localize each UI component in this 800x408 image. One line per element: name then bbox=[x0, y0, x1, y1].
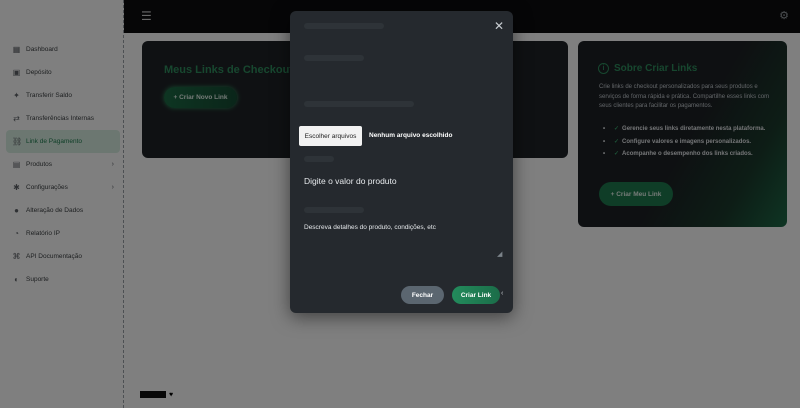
choose-files-button[interactable]: Escolher arquivos bbox=[299, 126, 362, 146]
create-link-modal: ✕ Escolher arquivos Nenhum arquivo escol… bbox=[290, 11, 513, 313]
modal-faded-label bbox=[304, 101, 414, 107]
modal-faded-title bbox=[304, 23, 384, 29]
modal-faded-label bbox=[304, 207, 364, 213]
modal-faded-label bbox=[304, 156, 334, 162]
file-status-text: Nenhum arquivo escolhido bbox=[369, 132, 453, 139]
price-input[interactable]: Digite o valor do produto bbox=[304, 176, 504, 186]
more-icon: ‹ bbox=[501, 290, 504, 297]
resize-handle-icon[interactable]: ◢ bbox=[497, 250, 502, 258]
create-link-button[interactable]: Criar Link bbox=[452, 286, 500, 304]
close-button[interactable]: Fechar bbox=[401, 286, 444, 304]
description-textarea[interactable]: Descreva detalhes do produto, condições,… bbox=[304, 224, 504, 260]
close-icon[interactable]: ✕ bbox=[494, 19, 504, 33]
modal-faded-field bbox=[304, 55, 364, 61]
